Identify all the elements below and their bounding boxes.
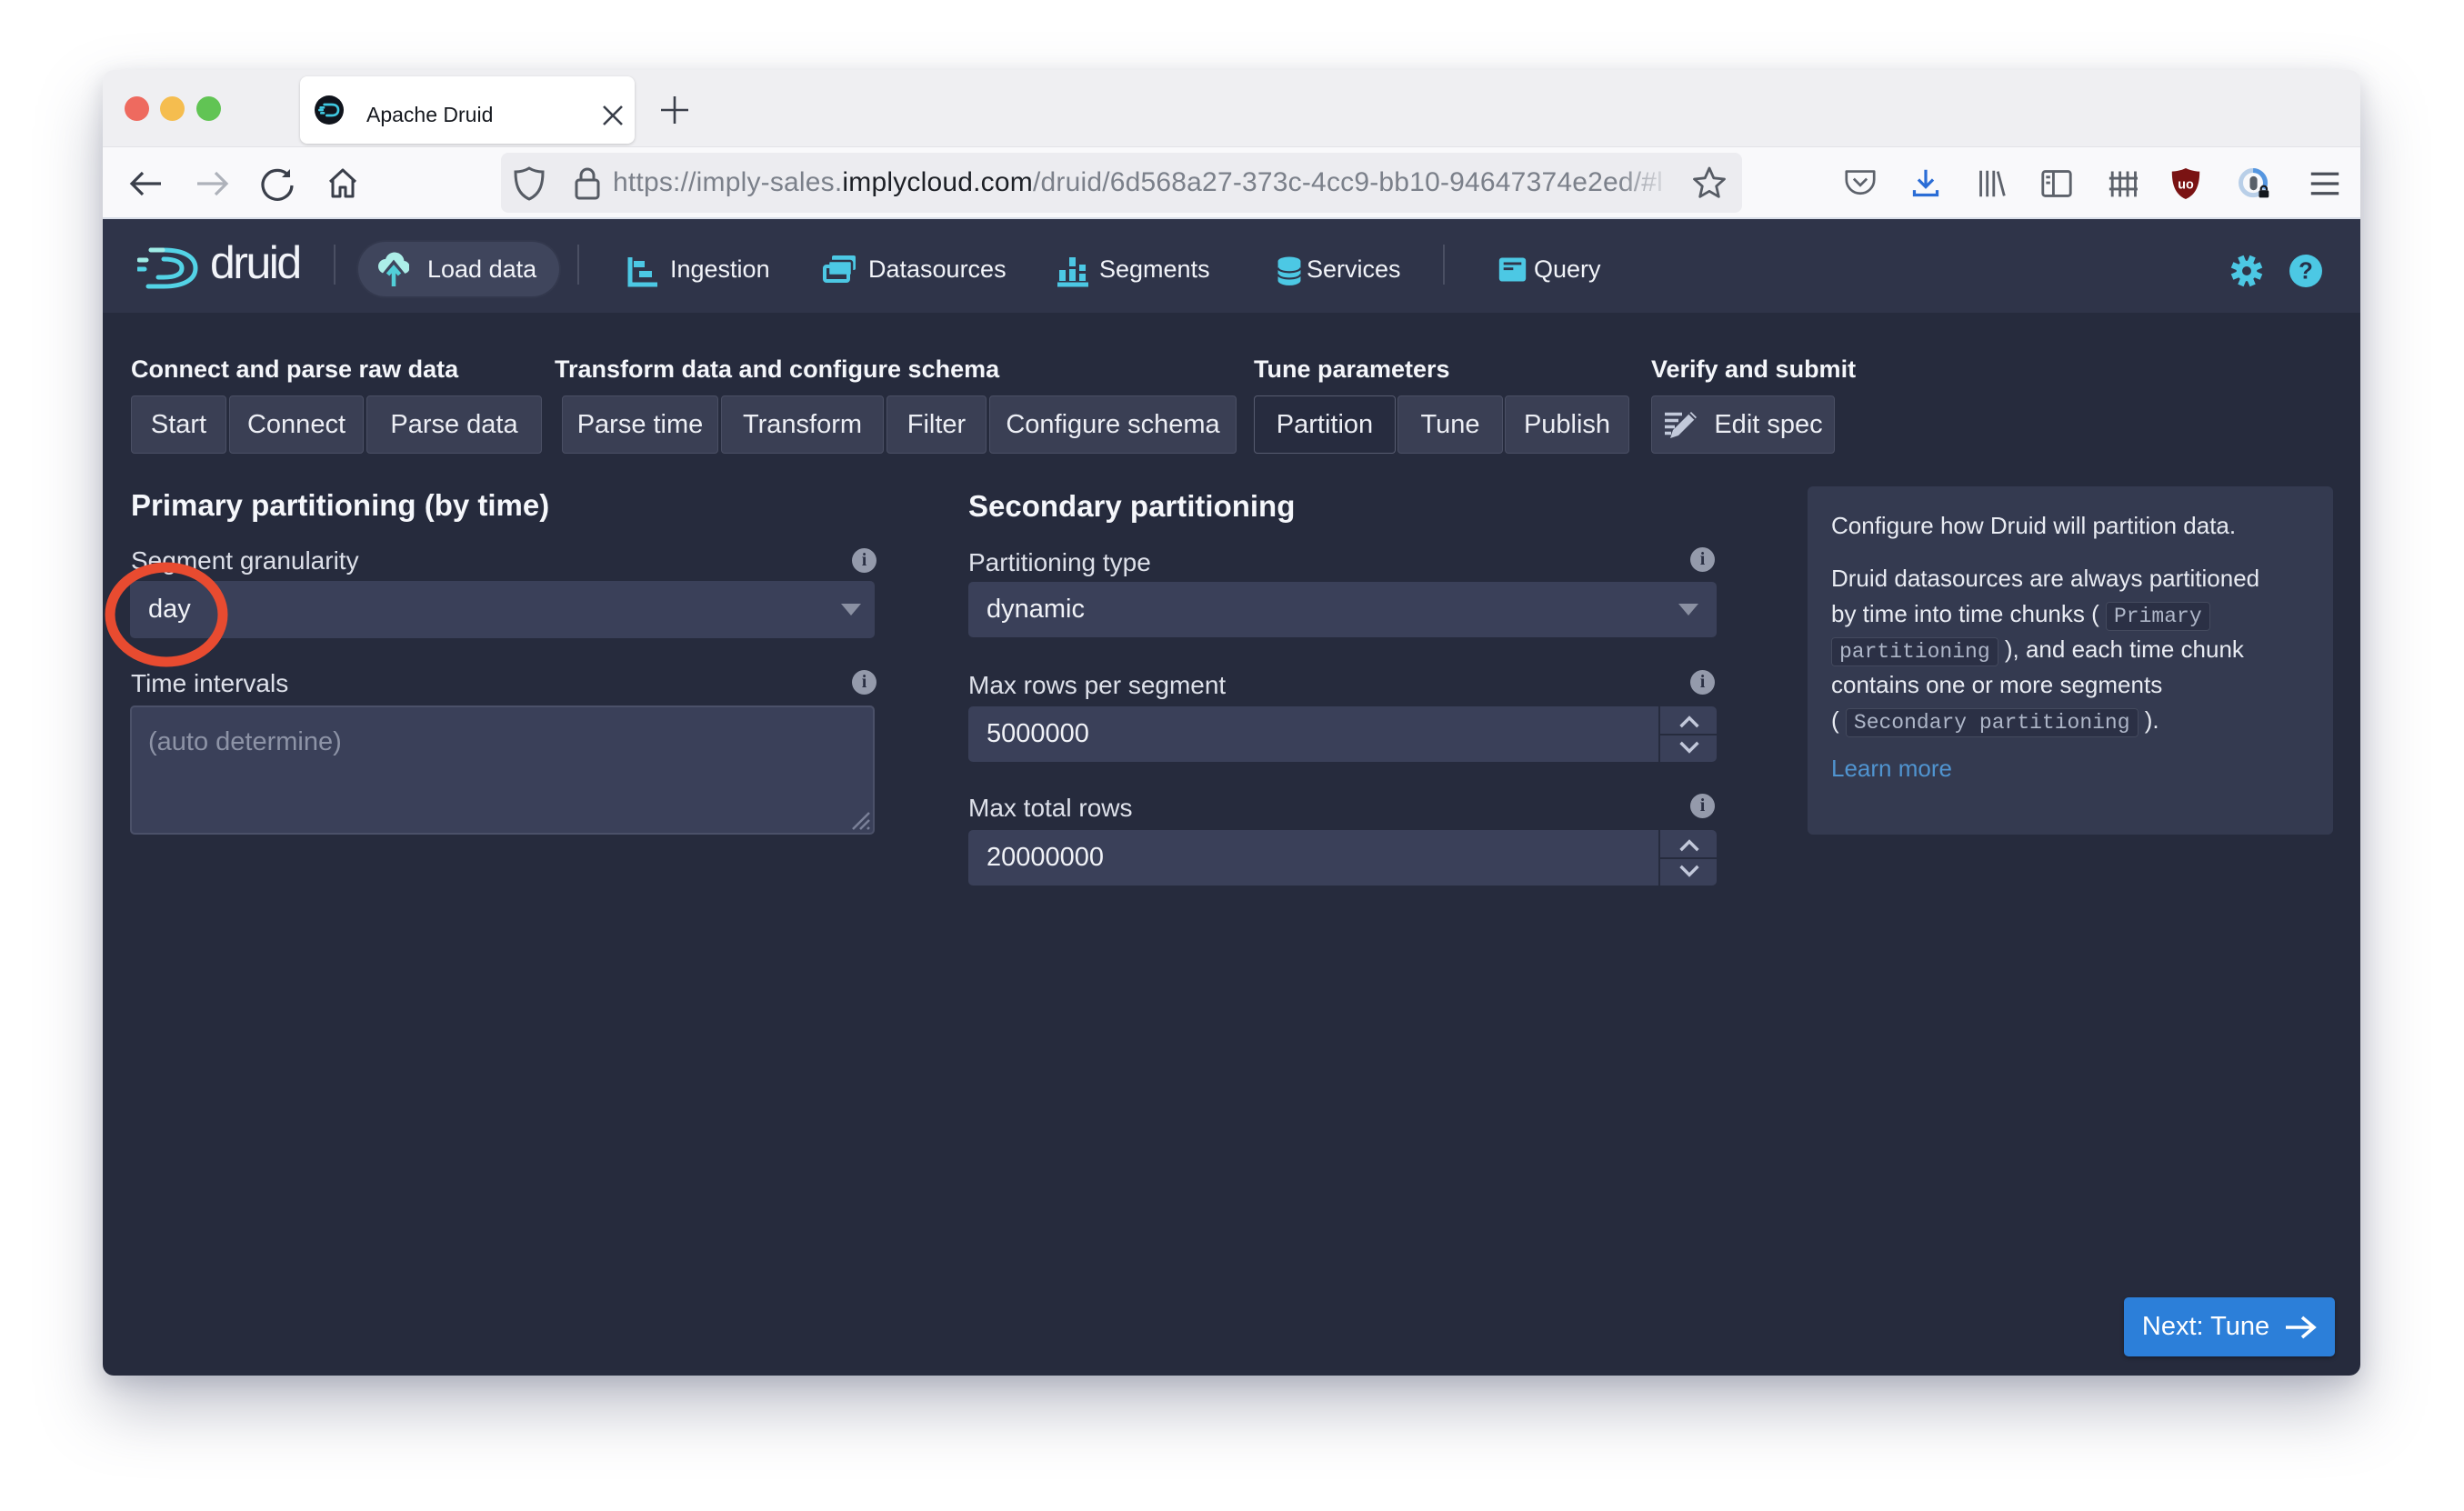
svg-text:?: ? — [2299, 259, 2313, 285]
svg-text:uo: uo — [2178, 177, 2194, 192]
